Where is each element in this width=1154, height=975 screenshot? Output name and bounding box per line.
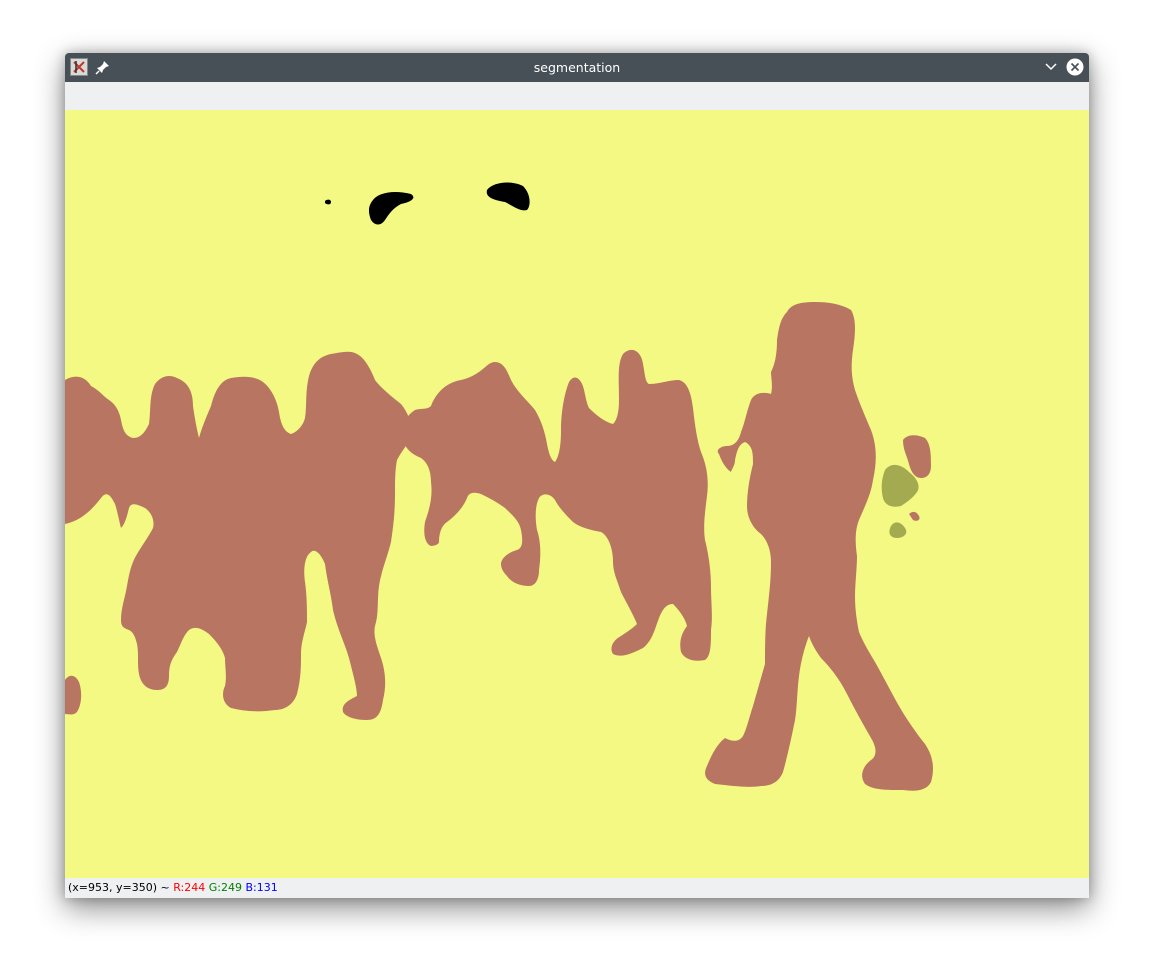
cursor-coordinates: (x=953, y=350) ~ — [68, 881, 170, 894]
status-bar: (x=953, y=350) ~ R:244 G:249 B:131 — [65, 878, 1089, 898]
close-icon[interactable] — [1066, 58, 1084, 76]
pixel-red-value: R:244 — [173, 881, 206, 894]
segmentation-image[interactable] — [65, 110, 1089, 878]
toolbar — [65, 82, 1089, 110]
pixel-green-value: G:249 — [208, 881, 242, 894]
chevron-down-icon[interactable] — [1043, 59, 1059, 75]
dark-region — [325, 199, 331, 205]
title-bar[interactable]: segmentation — [65, 53, 1089, 82]
pixel-blue-value: B:131 — [245, 881, 278, 894]
image-viewer-window: segmentation (x=953, y=350) ~ R:244 G:24… — [65, 53, 1089, 898]
window-title: segmentation — [533, 60, 621, 75]
